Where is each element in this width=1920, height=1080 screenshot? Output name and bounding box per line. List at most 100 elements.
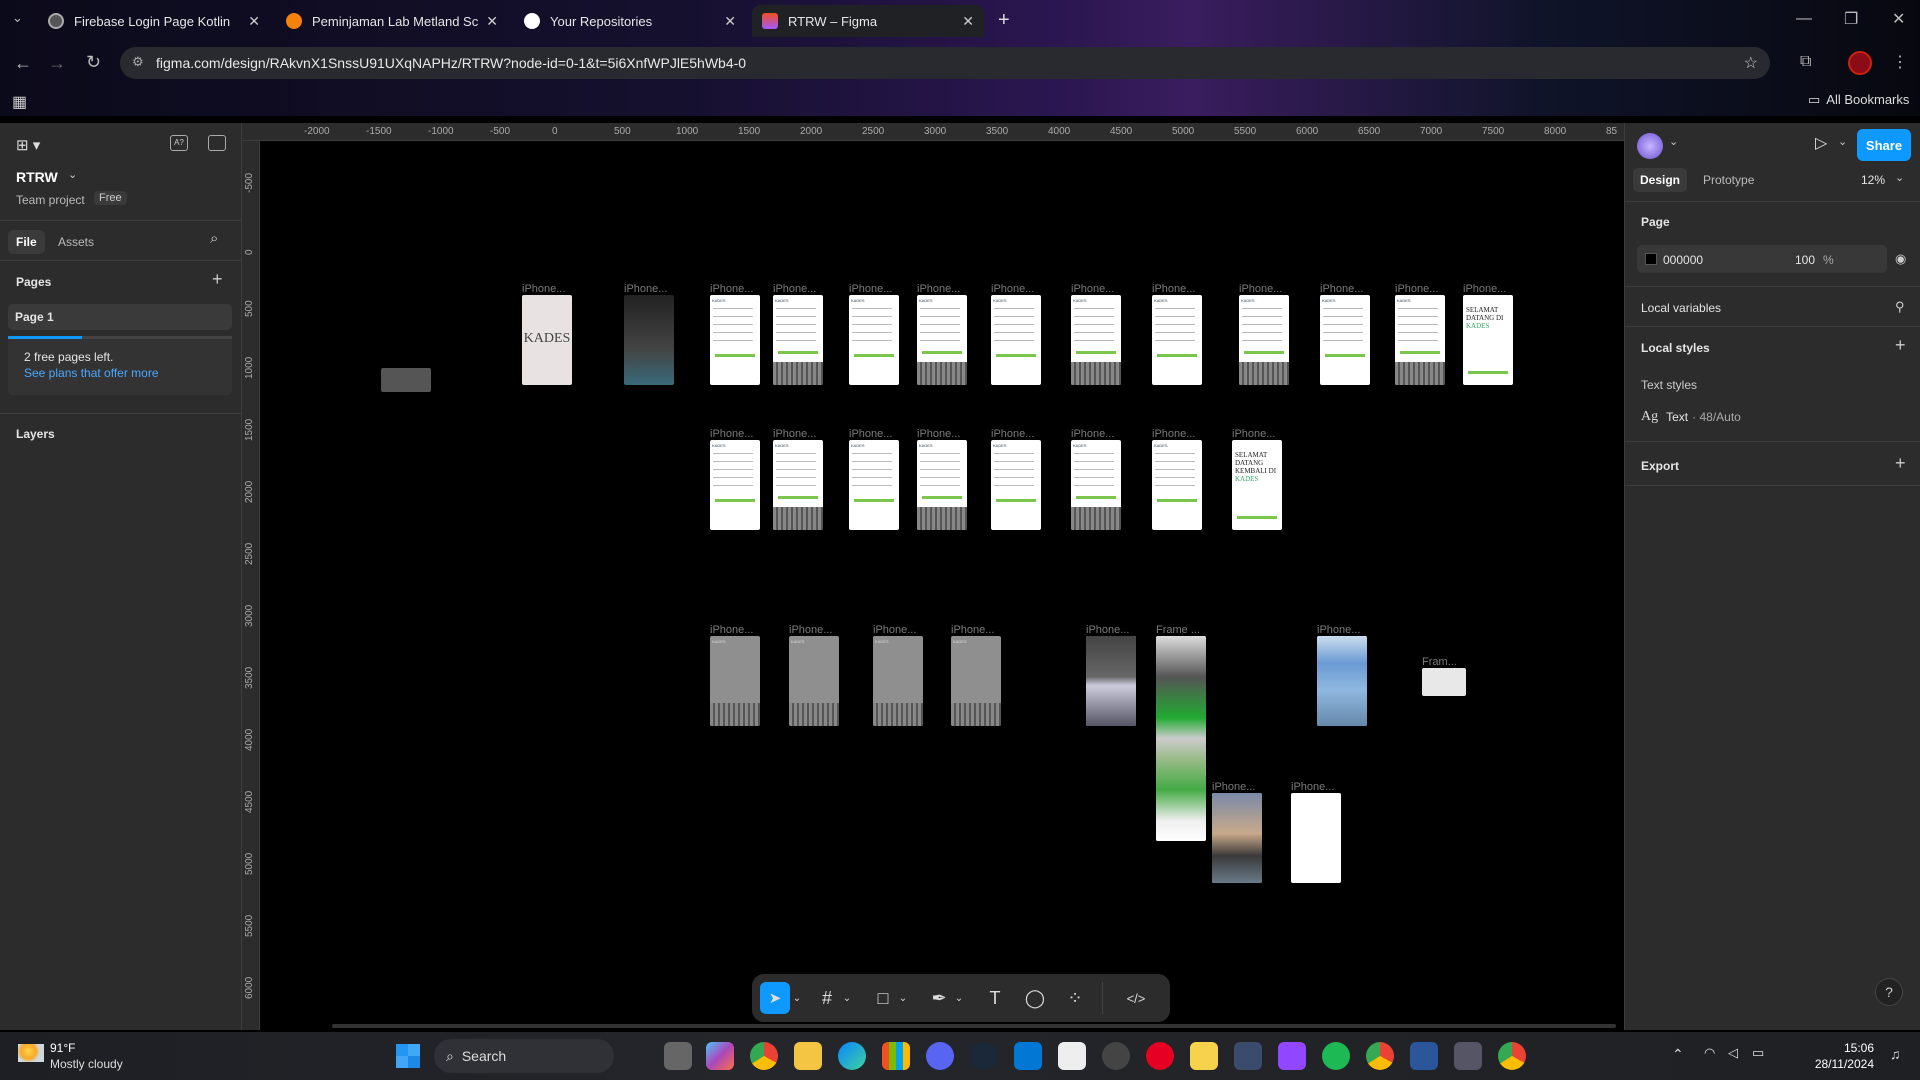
bookmark-star-icon[interactable]: ☆ <box>1744 53 1758 73</box>
local-variables[interactable]: Local variables <box>1641 301 1721 315</box>
taskbar-search[interactable]: ⌕ Search <box>434 1039 614 1073</box>
iphone-frame[interactable]: KADES <box>1071 440 1121 530</box>
frame-label[interactable]: iPhone... <box>1463 283 1506 295</box>
iphone-frame[interactable]: KADES <box>873 636 923 726</box>
clock-time[interactable]: 15:06 <box>1814 1041 1874 1055</box>
close-tab-icon[interactable]: ✕ <box>486 13 498 30</box>
iphone-frame[interactable]: KADES <box>917 440 967 530</box>
frame-label[interactable]: iPhone... <box>1317 624 1360 636</box>
frame-label[interactable]: Fram... <box>1422 656 1457 668</box>
frame-label[interactable]: Frame ... <box>1156 624 1200 636</box>
word-icon[interactable] <box>1410 1042 1438 1070</box>
address-bar[interactable]: ⚙ figma.com/design/RAkvnX1SnssU91UXqNAPH… <box>120 47 1770 79</box>
weather-desc[interactable]: Mostly cloudy <box>50 1057 123 1071</box>
frame-dialog[interactable] <box>1422 668 1466 696</box>
figma-main-menu-icon[interactable]: ⊞ ▾ <box>16 136 40 154</box>
frame-label[interactable]: iPhone... <box>991 283 1034 295</box>
add-style-button[interactable]: + <box>1895 335 1906 356</box>
frame-tool-icon[interactable]: # <box>812 982 842 1014</box>
iphone-frame[interactable]: KADES <box>951 636 1001 726</box>
chrome-icon[interactable] <box>750 1042 778 1070</box>
frame-label[interactable]: iPhone... <box>1152 283 1195 295</box>
notifications-bell-icon[interactable]: ♫ <box>1890 1046 1901 1062</box>
iphone-frame[interactable]: KADES <box>710 440 760 530</box>
frame-label[interactable]: iPhone... <box>773 428 816 440</box>
chevron-down-icon[interactable]: ⌄ <box>1895 171 1904 184</box>
frame-label[interactable]: iPhone... <box>1232 428 1275 440</box>
page-item-page-1[interactable]: Page 1 <box>8 304 232 330</box>
iphone-frame[interactable]: KADES <box>849 295 899 385</box>
share-button[interactable]: Share <box>1857 129 1911 161</box>
new-tab-button[interactable]: + <box>998 9 1010 32</box>
edge-icon[interactable] <box>838 1042 866 1070</box>
ai-actions-icon[interactable]: A? <box>170 135 188 151</box>
task-view-icon[interactable] <box>664 1042 692 1070</box>
chevron-down-icon[interactable]: ⌄ <box>68 168 77 181</box>
actions-icon[interactable]: ⁘ <box>1060 982 1090 1014</box>
iphone-frame[interactable]: KADES <box>710 295 760 385</box>
chevron-down-icon[interactable]: ⌄ <box>1838 135 1847 148</box>
browser-menu-icon[interactable]: ⋮ <box>1892 52 1908 72</box>
pinterest-icon[interactable] <box>1146 1042 1174 1070</box>
frame-label[interactable]: iPhone... <box>710 624 753 636</box>
tab-figma[interactable]: RTRW – Figma ✕ <box>752 5 984 37</box>
frame-label[interactable]: iPhone... <box>849 428 892 440</box>
frame-label[interactable]: iPhone... <box>522 283 565 295</box>
extensions-icon[interactable]: ⧉ <box>1800 53 1811 71</box>
notes-icon[interactable] <box>1190 1042 1218 1070</box>
close-window-button[interactable]: ✕ <box>1892 9 1905 29</box>
iphone-frame-profile[interactable] <box>1317 636 1367 726</box>
frame-label[interactable]: iPhone... <box>951 624 994 636</box>
move-tool-icon[interactable]: ➤ <box>760 982 790 1014</box>
iphone-frame[interactable]: KADES <box>849 440 899 530</box>
tab-peminjaman[interactable]: Peminjaman Lab Metland Scho ✕ <box>276 5 508 37</box>
frame-label[interactable]: iPhone... <box>1395 283 1438 295</box>
battery-icon[interactable]: ▭ <box>1752 1045 1764 1061</box>
iphone-frame[interactable]: KADES <box>1320 295 1370 385</box>
help-button[interactable]: ? <box>1875 978 1903 1006</box>
tab-github[interactable]: Your Repositories ✕ <box>514 5 746 37</box>
page-color-field[interactable]: 000000 100 % <box>1637 245 1887 273</box>
iphone-frame-sunset[interactable] <box>1212 793 1262 883</box>
frame-gallery[interactable] <box>1156 636 1206 841</box>
horizontal-scrollbar[interactable] <box>332 1024 1616 1028</box>
close-tab-icon[interactable]: ✕ <box>248 13 260 30</box>
close-tab-icon[interactable]: ✕ <box>724 13 736 30</box>
weather-icon[interactable] <box>18 1044 44 1062</box>
iphone-frame[interactable]: KADES <box>1152 295 1202 385</box>
volume-icon[interactable]: ◁ <box>1728 1045 1738 1061</box>
steam-icon[interactable] <box>970 1042 998 1070</box>
apps-grid-icon[interactable]: ▦ <box>12 92 27 112</box>
canvas[interactable]: iPhone... KADES iPhone... iPhone... KADES iPh… <box>261 142 1623 1030</box>
restore-button[interactable]: ❐ <box>1844 9 1858 29</box>
wifi-icon[interactable]: ◠ <box>1704 1045 1715 1061</box>
forward-button[interactable]: → <box>48 53 66 74</box>
site-info-icon[interactable]: ⚙ <box>132 54 144 70</box>
toggle-sidebar-icon[interactable] <box>208 135 226 151</box>
frame-label[interactable]: iPhone... <box>1071 283 1114 295</box>
iphone-frame[interactable]: KADES <box>917 295 967 385</box>
all-bookmarks[interactable]: ▭ All Bookmarks <box>1808 92 1909 108</box>
discord-icon[interactable] <box>926 1042 954 1070</box>
dev-mode-icon[interactable]: </> <box>1114 982 1158 1014</box>
frame-label[interactable]: iPhone... <box>991 428 1034 440</box>
iphone-frame[interactable]: SELAMAT DATANG KEMBALI DI KADES <box>1232 440 1282 530</box>
comment-tool-icon[interactable]: ◯ <box>1020 982 1050 1014</box>
file-name[interactable]: RTRW <box>16 169 58 185</box>
minimize-button[interactable]: — <box>1796 10 1812 28</box>
tab-search-icon[interactable]: ⌄ <box>12 10 23 26</box>
file-explorer-icon[interactable] <box>794 1042 822 1070</box>
frame-label[interactable]: iPhone... <box>710 428 753 440</box>
frame-label[interactable]: iPhone... <box>710 283 753 295</box>
present-play-icon[interactable]: ▷ <box>1815 133 1827 153</box>
eye-icon[interactable]: ◉ <box>1895 251 1906 267</box>
iphone-frame[interactable]: KADES <box>1395 295 1445 385</box>
weather-temp[interactable]: 91°F <box>50 1041 75 1055</box>
chrome-active-icon[interactable] <box>1366 1042 1394 1070</box>
frame-label[interactable]: iPhone... <box>917 283 960 295</box>
zoom-level[interactable]: 12% <box>1861 173 1885 187</box>
add-page-button[interactable]: + <box>212 269 223 290</box>
store-icon[interactable] <box>882 1042 910 1070</box>
see-plans-link[interactable]: See plans that offer more <box>24 366 159 380</box>
rectangle-tool-icon[interactable]: □ <box>868 982 898 1014</box>
